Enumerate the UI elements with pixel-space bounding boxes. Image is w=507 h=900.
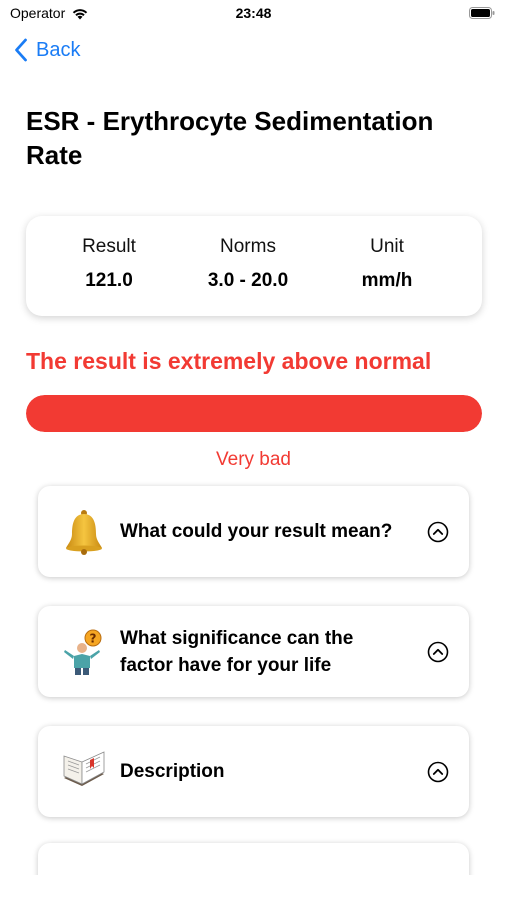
norms-value: 3.0 - 20.0 bbox=[207, 270, 289, 291]
page-title: ESR - Erythrocyte Sedimentation Rate bbox=[26, 106, 434, 170]
chevron-left-icon bbox=[15, 38, 27, 62]
section-result-meaning[interactable]: What could your result mean? bbox=[38, 486, 469, 577]
unit-column: Unit mm/h bbox=[317, 236, 457, 292]
section-description[interactable]: Description bbox=[38, 726, 469, 817]
result-label: Result bbox=[82, 236, 136, 257]
norms-label: Norms bbox=[220, 236, 276, 257]
battery-icon bbox=[469, 7, 495, 19]
back-button[interactable]: Back bbox=[14, 38, 80, 62]
result-value: 121.0 bbox=[85, 270, 133, 291]
result-column: Result 121.0 bbox=[39, 236, 179, 292]
svg-text:?: ? bbox=[90, 632, 97, 646]
question-person-icon: ? bbox=[64, 629, 102, 675]
back-label: Back bbox=[36, 38, 81, 61]
bell-icon bbox=[66, 510, 102, 555]
chevron-up-circle-icon[interactable] bbox=[427, 761, 449, 783]
status-time: 23:48 bbox=[235, 5, 272, 21]
book-icon bbox=[63, 751, 105, 786]
section-title: What could your result mean? bbox=[120, 521, 393, 542]
section-life-significance[interactable]: ? What significance can the factor have … bbox=[38, 606, 469, 697]
unit-label: Unit bbox=[370, 236, 404, 257]
chevron-up-circle-icon[interactable] bbox=[427, 521, 449, 543]
unit-value: mm/h bbox=[361, 270, 413, 291]
result-summary-card: Result 121.0 Norms 3.0 - 20.0 Unit mm/h bbox=[26, 216, 482, 316]
bottom-clip bbox=[0, 875, 507, 900]
section-title: What significance can the factor have fo… bbox=[120, 627, 354, 676]
verdict-text: The result is extremely above normal bbox=[26, 348, 432, 374]
norms-column: Norms 3.0 - 20.0 bbox=[178, 236, 318, 292]
severity-bar bbox=[26, 395, 482, 432]
status-bar: Operator 23:48 bbox=[0, 0, 507, 28]
screen: Operator 23:48 Back ESR - Erythrocyte Se… bbox=[0, 0, 507, 900]
rating-label: Very bad bbox=[216, 449, 291, 470]
severity-bar-fill bbox=[26, 395, 482, 432]
chevron-up-circle-icon[interactable] bbox=[427, 641, 449, 663]
section-title: Description bbox=[120, 761, 225, 782]
